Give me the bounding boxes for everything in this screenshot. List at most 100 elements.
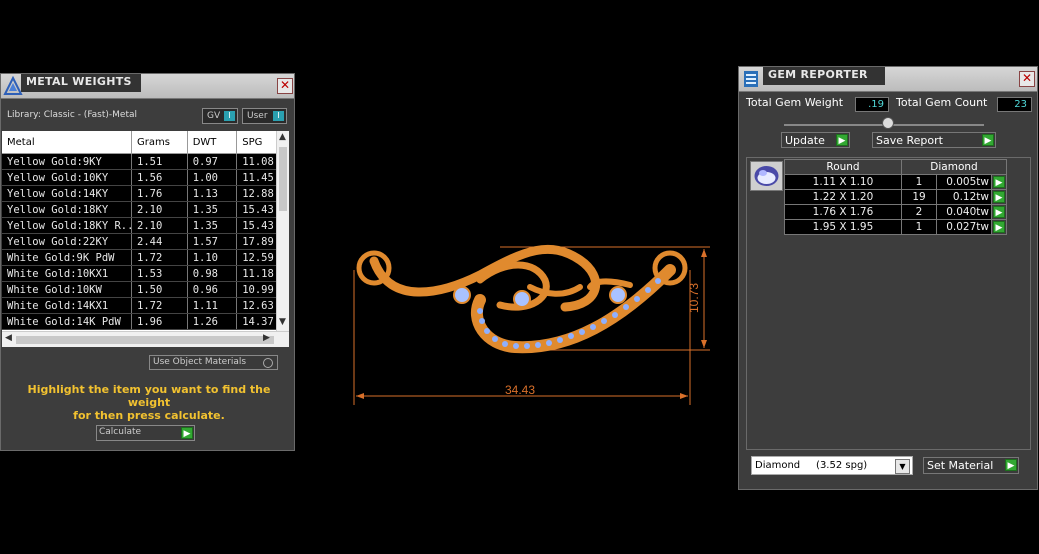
close-icon: ✕ — [279, 78, 291, 92]
library-label: Library: Classic - (Fast)-Metal — [7, 110, 138, 120]
metal-cell: White Gold:14K PdW — [2, 313, 132, 330]
gem-size-cell: 1.22 X 1.20 — [784, 189, 902, 205]
column-header-spg[interactable]: SPG — [236, 131, 282, 154]
table-row[interactable]: Yellow Gold:10KY 1.56 1.00 11.45 — [2, 169, 282, 186]
radio-icon[interactable] — [263, 358, 273, 368]
dropdown-arrow-icon[interactable]: ▼ — [895, 459, 910, 474]
set-material-button[interactable]: Set Material ▶ — [923, 457, 1019, 474]
table-row[interactable]: Yellow Gold:22KY 2.44 1.57 17.89 — [2, 233, 282, 250]
dwt-cell: 1.35 — [187, 217, 238, 234]
column-header-grams[interactable]: Grams — [131, 131, 188, 154]
dwt-cell: 1.26 — [187, 313, 238, 330]
column-header-dwt[interactable]: DWT — [187, 131, 238, 154]
gem-row[interactable]: 1.76 X 1.76 2 0.040tw ▶ — [784, 204, 1007, 220]
metal-weights-panel: METAL WEIGHTS ✕ Library: Classic - (Fast… — [0, 73, 295, 451]
dim-arrow-icon — [356, 393, 364, 399]
gem-weight-cell: 0.005tw — [936, 174, 992, 190]
table-row[interactable]: White Gold:10KW 1.50 0.96 10.99 — [2, 281, 282, 298]
save-report-button[interactable]: Save Report ▶ — [872, 132, 996, 148]
material-select-value: Diamond (3.52 spg) — [755, 460, 868, 471]
play-arrow-icon[interactable]: ▶ — [993, 176, 1005, 188]
horizontal-scrollbar[interactable]: ◀ ▶ — [2, 331, 289, 347]
total-gem-count-label: Total Gem Count — [896, 96, 988, 109]
update-button[interactable]: Update ▶ — [781, 132, 850, 148]
dwt-cell: 1.57 — [187, 233, 238, 250]
gem-report-icon — [744, 71, 758, 87]
scroll-right-icon[interactable]: ▶ — [263, 333, 270, 343]
metal-table: Metal Grams DWT SPG Yellow Gold:9KY 1.51 0… — [2, 131, 282, 330]
play-arrow-icon[interactable]: ▶ — [993, 206, 1005, 218]
scroll-left-icon[interactable]: ◀ — [5, 333, 12, 343]
gem-list-area: Round Diamond 1.11 X 1.10 1 0.005tw ▶ 1.… — [746, 157, 1031, 450]
table-row[interactable]: White Gold:14K PdW 1.96 1.26 14.37 — [2, 313, 282, 330]
table-header-row: Metal Grams DWT SPG — [2, 131, 282, 154]
dwt-cell: 0.97 — [187, 153, 238, 170]
metal-weights-titlebar[interactable]: METAL WEIGHTS ✕ — [1, 74, 294, 99]
metal-cell: Yellow Gold:10KY — [2, 169, 132, 186]
scroll-thumb[interactable] — [279, 147, 287, 211]
grams-cell: 1.56 — [131, 169, 188, 186]
table-row[interactable]: White Gold:9K PdW 1.72 1.10 12.59 — [2, 249, 282, 266]
grams-cell: 1.51 — [131, 153, 188, 170]
material-select[interactable]: Diamond (3.52 spg) ▼ — [751, 456, 913, 475]
gem-count-cell: 1 — [901, 174, 937, 190]
grams-cell: 1.96 — [131, 313, 188, 330]
metal-cell: White Gold:10KX1 — [2, 265, 132, 282]
dim-height-label: 10.73 — [687, 283, 701, 313]
gem-thumbnail[interactable] — [750, 161, 783, 191]
model-viewport[interactable]: 34.43 10.73 — [330, 225, 710, 410]
total-gem-weight-label: Total Gem Weight — [746, 96, 844, 109]
spg-cell: 12.63 — [236, 297, 282, 314]
play-arrow-icon: ▶ — [982, 134, 994, 146]
scroll-up-icon[interactable]: ▲ — [279, 132, 286, 142]
grams-cell: 2.10 — [131, 201, 188, 218]
table-row[interactable]: White Gold:10KX1 1.53 0.98 11.18 — [2, 265, 282, 282]
table-row[interactable]: Yellow Gold:18KY R... 2.10 1.35 15.43 — [2, 217, 282, 234]
gem-select-cell[interactable]: ▶ — [991, 204, 1007, 220]
vertical-scrollbar[interactable]: ▲ ▼ — [276, 131, 289, 331]
gem-row[interactable]: 1.11 X 1.10 1 0.005tw ▶ — [784, 174, 1007, 190]
scroll-thumb[interactable] — [16, 336, 274, 344]
metal-cell: Yellow Gold:22KY — [2, 233, 132, 250]
gem-reporter-titlebar[interactable]: GEM REPORTER ✕ — [739, 67, 1037, 92]
gem-select-cell[interactable]: ▶ — [991, 219, 1007, 235]
spg-cell: 12.88 — [236, 185, 282, 202]
play-arrow-icon[interactable]: ▶ — [993, 191, 1005, 203]
gem-count-cell: 1 — [901, 219, 937, 235]
close-button[interactable]: ✕ — [277, 78, 293, 94]
gem-size-cell: 1.76 X 1.76 — [784, 204, 902, 220]
gem-select-cell[interactable]: ▶ — [991, 189, 1007, 205]
gv-label: GV — [207, 111, 221, 121]
play-arrow-icon[interactable]: ▶ — [993, 221, 1005, 233]
dwt-cell: 1.11 — [187, 297, 238, 314]
dim-arrow-icon — [680, 393, 688, 399]
dwt-cell: 1.35 — [187, 201, 238, 218]
instruction-line: for then press calculate. — [73, 409, 225, 422]
user-toggle[interactable]: User I — [242, 108, 287, 124]
spg-cell: 15.43 — [236, 217, 282, 234]
metal-cell: White Gold:10KW — [2, 281, 132, 298]
slider-handle[interactable] — [882, 117, 894, 129]
grams-cell: 1.72 — [131, 297, 188, 314]
gem-row[interactable]: 1.95 X 1.95 1 0.027tw ▶ — [784, 219, 1007, 235]
gem-select-cell[interactable]: ▶ — [991, 174, 1007, 190]
table-row[interactable]: Yellow Gold:9KY 1.51 0.97 11.08 — [2, 153, 282, 170]
table-row[interactable]: Yellow Gold:14KY 1.76 1.13 12.88 — [2, 185, 282, 202]
column-header-material: Diamond — [901, 159, 1007, 175]
gv-toggle[interactable]: GV I — [202, 108, 238, 124]
instruction-text: Highlight the item you want to find the … — [9, 383, 289, 422]
gem-row[interactable]: 1.22 X 1.20 19 0.12tw ▶ — [784, 189, 1007, 205]
round-gem-icon — [754, 166, 779, 186]
use-object-materials-option[interactable]: Use Object Materials — [149, 355, 278, 370]
panel-title: GEM REPORTER — [768, 68, 868, 81]
table-row[interactable]: Yellow Gold:18KY 2.10 1.35 15.43 — [2, 201, 282, 218]
column-header-metal[interactable]: Metal — [2, 131, 132, 154]
close-button[interactable]: ✕ — [1019, 71, 1035, 87]
dwt-cell: 0.96 — [187, 281, 238, 298]
calculate-button[interactable]: Calculate ▶ — [96, 425, 195, 441]
table-row[interactable]: White Gold:14KX1 1.72 1.11 12.63 — [2, 297, 282, 314]
play-arrow-icon: ▶ — [836, 134, 848, 146]
dwt-cell: 1.10 — [187, 249, 238, 266]
scroll-down-icon[interactable]: ▼ — [279, 317, 286, 327]
toggle-indicator-icon: I — [273, 111, 284, 121]
